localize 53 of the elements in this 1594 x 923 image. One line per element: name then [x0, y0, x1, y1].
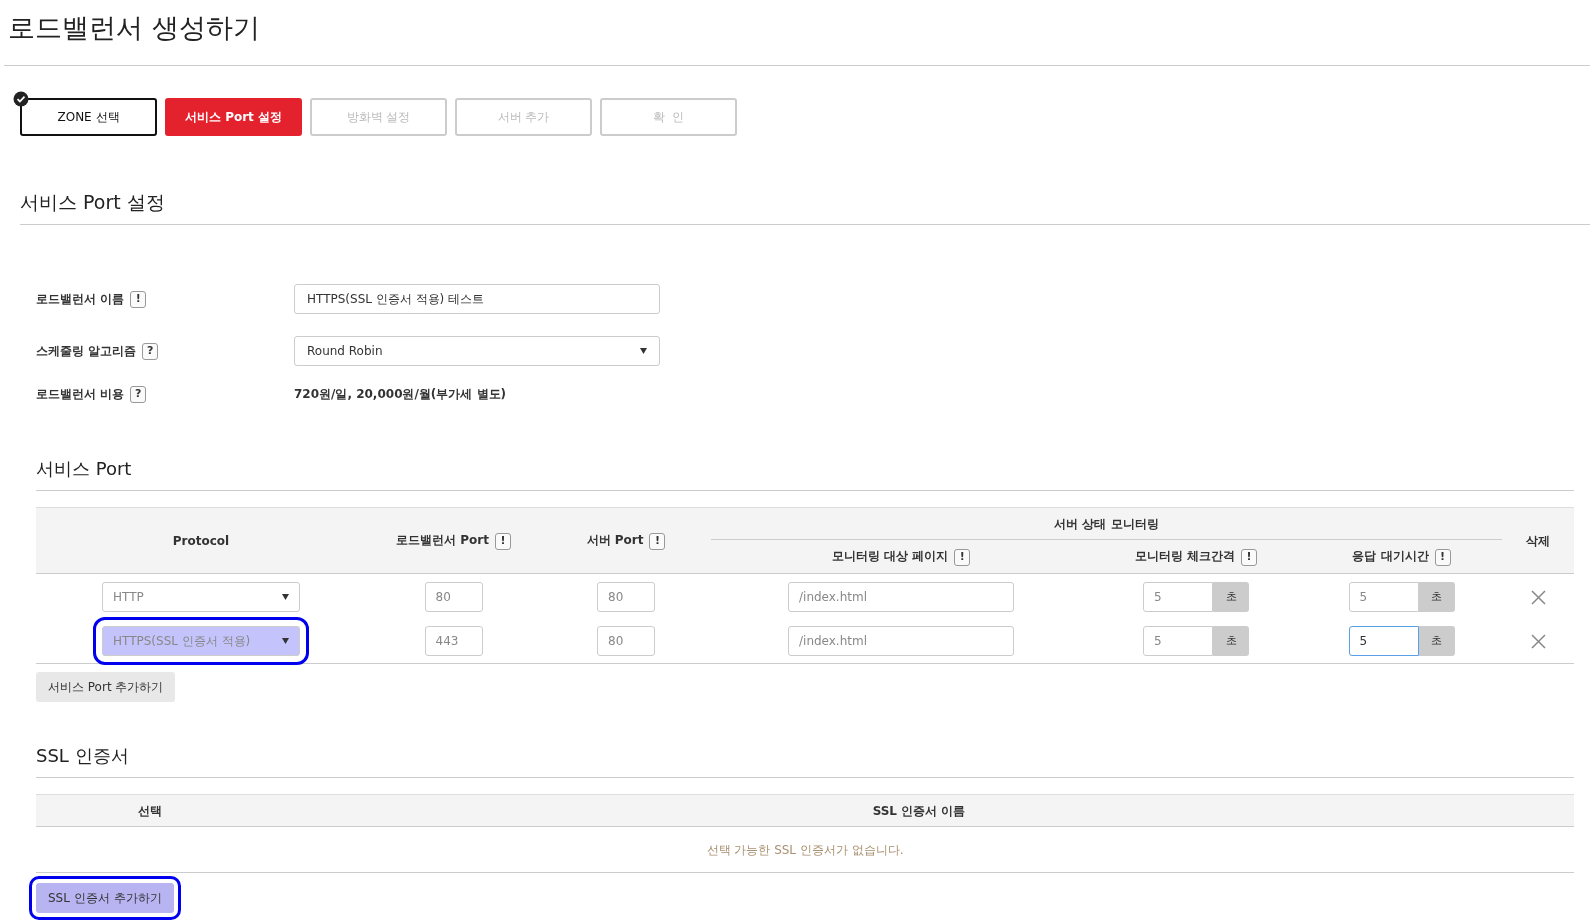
- hint-icon[interactable]: ?: [130, 385, 147, 403]
- port-input[interactable]: 80: [424, 581, 483, 612]
- column-header: 서버 Port: [586, 533, 644, 548]
- step-tab[interactable]: 서비스 Port 설정: [165, 97, 302, 136]
- port-input[interactable]: 80: [597, 626, 655, 657]
- seconds-input[interactable]: 5: [1143, 626, 1213, 657]
- cost-text: 720원/일, 20,000원/월(부가세 별도): [294, 386, 506, 403]
- hint-icon[interactable]: !: [1241, 548, 1258, 566]
- seconds-input[interactable]: 5: [1348, 626, 1419, 657]
- algorithm-select[interactable]: Round Robin: [294, 336, 660, 366]
- column-header: 응답 대기시간: [1352, 549, 1429, 564]
- hint-icon[interactable]: !: [649, 532, 666, 550]
- check-icon: [13, 90, 29, 107]
- section-subtitle: 서비스 Port: [36, 457, 133, 481]
- hint-icon[interactable]: !: [130, 290, 147, 308]
- field-label: 스케줄링 알고리즘: [36, 343, 137, 360]
- column-header: Protocol: [172, 533, 230, 548]
- caret-icon: [282, 638, 289, 645]
- caret-icon: [640, 348, 647, 354]
- port-input[interactable]: 443: [424, 626, 483, 657]
- column-header: SSL 인증서 이름: [872, 803, 966, 818]
- seconds-input[interactable]: 5: [1348, 581, 1419, 612]
- empty-message: 선택 가능한 SSL 인증서가 없습니다.: [706, 842, 904, 857]
- name-input[interactable]: HTTPS(SSL 인증서 적용) 테스트: [294, 284, 660, 314]
- column-header: 모니터링 대상 페이지: [831, 549, 949, 564]
- field-label: 로드밸런서 이름: [36, 291, 125, 308]
- hint-icon[interactable]: !: [1434, 548, 1451, 566]
- caret-icon: [282, 593, 289, 600]
- hint-icon[interactable]: !: [954, 548, 971, 566]
- page-title: 로드밸런서 생성하기: [8, 11, 261, 45]
- step-tab[interactable]: ZONE 선택: [20, 97, 157, 136]
- unit-label: 초: [1213, 626, 1249, 657]
- add-port-button[interactable]: 서비스 Port 추가하기: [36, 672, 176, 702]
- protocol-select[interactable]: HTTP: [102, 581, 300, 612]
- port-input[interactable]: 80: [597, 581, 655, 612]
- unit-label: 초: [1418, 581, 1455, 612]
- column-header: 모니터링 체크간격: [1134, 549, 1236, 564]
- page-input[interactable]: /index.html: [788, 581, 1014, 612]
- seconds-input[interactable]: 5: [1143, 581, 1213, 612]
- column-header: 삭제: [1526, 533, 1550, 548]
- section-subtitle: SSL 인증서: [36, 744, 130, 768]
- close-icon[interactable]: [1530, 587, 1546, 606]
- section-title: 서비스 Port 설정: [20, 189, 166, 215]
- hint-icon[interactable]: ?: [142, 342, 159, 360]
- column-header: 서버 상태 모니터링: [1054, 516, 1159, 531]
- field-label: 로드밸런서 비용: [36, 386, 125, 403]
- column-header: 선택: [138, 803, 162, 818]
- page-input[interactable]: /index.html: [788, 626, 1014, 657]
- column-header: 로드밸런서 Port: [396, 533, 489, 548]
- hint-icon[interactable]: !: [494, 532, 511, 550]
- unit-label: 초: [1418, 626, 1455, 657]
- close-icon[interactable]: [1530, 632, 1546, 651]
- unit-label: 초: [1213, 581, 1249, 612]
